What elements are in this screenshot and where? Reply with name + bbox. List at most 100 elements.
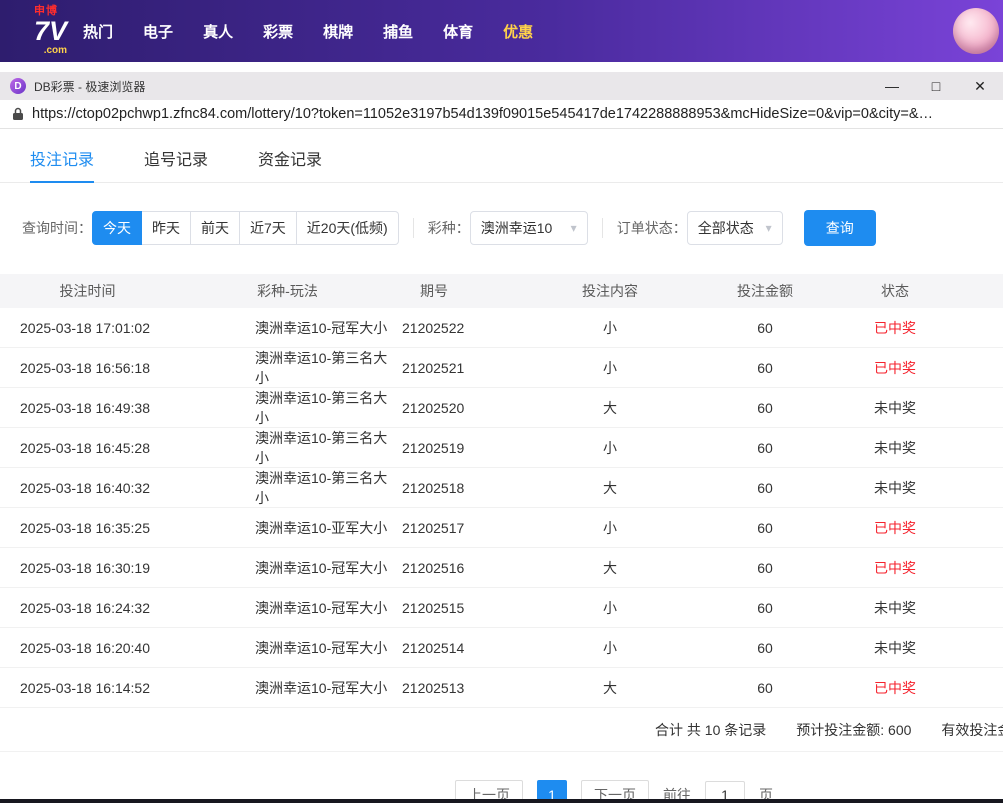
issue-number: 21202522 xyxy=(402,319,465,336)
table-row: 2025-03-18 16:49:38 澳洲幸运10-第三名大小 21202520 大… xyxy=(0,388,1003,428)
table-row: 2025-03-18 16:35:25 澳洲幸运10-亚军大小 21202517 小 6… xyxy=(0,508,1003,548)
nav-item[interactable]: 捕鱼 xyxy=(383,21,413,42)
bet-status: 已中奖 xyxy=(874,559,916,576)
bottom-edge xyxy=(0,799,1003,803)
game-play: 澳洲幸运10-第三名大小 xyxy=(255,430,388,466)
browser-urlbar[interactable]: https://ctop02pchwp1.zfnc84.com/lottery/… xyxy=(0,100,1003,129)
bet-status: 已中奖 xyxy=(874,319,916,336)
issue-number: 21202515 xyxy=(402,599,465,616)
table-row: 2025-03-18 16:20:40 澳洲幸运10-冠军大小 21202514 小 6… xyxy=(0,628,1003,668)
minimize-button[interactable]: — xyxy=(885,78,899,95)
prev-page-button[interactable]: 上一页 xyxy=(455,780,523,799)
tab-bar: 投注记录 追号记录 资金记录 xyxy=(0,129,1003,183)
game-play: 澳洲幸运10-第三名大小 xyxy=(255,470,388,506)
bet-status: 未中奖 xyxy=(874,400,916,416)
nav-item[interactable]: 真人 xyxy=(203,21,233,42)
time-filter-option[interactable]: 前天 xyxy=(191,211,240,245)
time-filter-option[interactable]: 今天 xyxy=(92,211,142,245)
valid-bet-amount: 有效投注金 xyxy=(941,721,1003,738)
tab[interactable]: 投注记录 xyxy=(30,146,95,183)
bet-status: 未中奖 xyxy=(874,440,916,456)
chevron-down-icon: ▾ xyxy=(765,221,772,235)
column-header: 期号 xyxy=(420,283,448,299)
lottery-select-value: 澳洲幸运10 xyxy=(480,220,553,236)
issue-number: 21202520 xyxy=(402,400,465,416)
issue-number: 21202516 xyxy=(402,559,465,576)
page-content: 投注记录 追号记录 资金记录 查询时间： 今天 昨天 前天 近7天 近20天(低频) 彩种：… xyxy=(0,129,1003,799)
table-row: 2025-03-18 16:56:18 澳洲幸运10-第三名大小 21202521 小… xyxy=(0,348,1003,388)
order-status-value: 全部状态 xyxy=(697,220,754,236)
user-avatar[interactable] xyxy=(953,8,999,54)
table-row: 2025-03-18 16:40:32 澳洲幸运10-第三名大小 21202518 大… xyxy=(0,468,1003,508)
nav-item[interactable]: 棋牌 xyxy=(323,21,353,42)
site-nav-items: 热门 电子 真人 彩票 棋牌 捕鱼 体育 优惠 xyxy=(83,21,533,42)
close-button[interactable]: ✕ xyxy=(973,78,987,95)
browser-titlebar[interactable]: D DB彩票 - 极速浏览器 — □ ✕ xyxy=(0,72,1003,100)
bet-content: 大 xyxy=(603,679,617,696)
bet-content: 小 xyxy=(603,319,617,336)
bet-amount: 60 xyxy=(757,480,773,496)
expected-bet-amount: 预计投注金额: 600 xyxy=(796,721,912,738)
table-row: 2025-03-18 16:45:28 澳洲幸运10-第三名大小 21202519 小… xyxy=(0,428,1003,468)
bet-amount: 60 xyxy=(757,400,773,416)
nav-item[interactable]: 体育 xyxy=(443,21,473,42)
bet-amount: 60 xyxy=(757,319,773,336)
column-header: 状态 xyxy=(881,283,909,299)
chevron-down-icon: ▾ xyxy=(570,221,577,235)
lottery-select-label: 彩种： xyxy=(427,220,470,236)
bet-records-table: 投注时间 彩种-玩法 期号 投注内容 投注金额 状态 2025-03-18 17:01:0… xyxy=(0,274,1003,708)
url-text[interactable]: https://ctop02pchwp1.zfnc84.com/lottery/… xyxy=(32,106,933,122)
game-play: 澳洲幸运10-冠军大小 xyxy=(255,679,388,696)
game-play: 澳洲幸运10-冠军大小 xyxy=(255,559,388,576)
issue-number: 21202519 xyxy=(402,440,465,456)
issue-number: 21202514 xyxy=(402,639,465,656)
bet-status: 未中奖 xyxy=(874,599,916,616)
lottery-select[interactable]: 澳洲幸运10 ▾ xyxy=(469,211,588,245)
nav-item[interactable]: 电子 xyxy=(143,21,173,42)
goto-page-input[interactable] xyxy=(705,781,745,799)
table-header-row: 投注时间 彩种-玩法 期号 投注内容 投注金额 状态 xyxy=(0,274,1003,308)
bet-amount: 60 xyxy=(757,440,773,456)
time-filter-option[interactable]: 近7天 xyxy=(240,211,297,245)
bet-time: 2025-03-18 16:14:52 xyxy=(20,679,150,696)
nav-item[interactable]: 优惠 xyxy=(503,21,533,42)
filter-bar: 查询时间： 今天 昨天 前天 近7天 近20天(低频) 彩种： 澳洲幸运10 ▾ 订单状… xyxy=(22,210,1003,246)
maximize-button[interactable]: □ xyxy=(929,78,943,95)
tab[interactable]: 资金记录 xyxy=(258,146,322,182)
time-filter-label: 查询时间： xyxy=(22,220,92,236)
game-play: 澳洲幸运10-第三名大小 xyxy=(255,390,388,426)
time-filter-option[interactable]: 近20天(低频) xyxy=(296,211,399,245)
tab[interactable]: 追号记录 xyxy=(144,146,208,182)
bet-status: 未中奖 xyxy=(874,480,916,496)
current-page[interactable]: 1 xyxy=(537,780,567,799)
column-header: 彩种-玩法 xyxy=(257,283,318,299)
bet-status: 未中奖 xyxy=(874,639,916,656)
bet-content: 大 xyxy=(603,559,617,576)
query-button[interactable]: 查询 xyxy=(803,210,876,246)
game-play: 澳洲幸运10-第三名大小 xyxy=(255,350,388,386)
table-row: 2025-03-18 16:24:32 澳洲幸运10-冠军大小 21202515 小 6… xyxy=(0,588,1003,628)
bet-content: 大 xyxy=(603,480,617,496)
time-filter-option[interactable]: 昨天 xyxy=(142,211,191,245)
next-page-button[interactable]: 下一页 xyxy=(581,780,649,799)
bet-amount: 60 xyxy=(757,559,773,576)
issue-number: 21202521 xyxy=(402,360,465,376)
column-header: 投注时间 xyxy=(59,283,116,299)
issue-number: 21202517 xyxy=(402,519,465,536)
bet-status: 已中奖 xyxy=(874,360,916,376)
order-status-select[interactable]: 全部状态 ▾ xyxy=(686,211,783,245)
bet-time: 2025-03-18 16:45:28 xyxy=(20,440,150,456)
table-body: 2025-03-18 17:01:02 澳洲幸运10-冠军大小 21202522 小 6… xyxy=(0,308,1003,708)
column-header: 投注内容 xyxy=(582,283,638,299)
bet-time: 2025-03-18 16:56:18 xyxy=(20,360,150,376)
nav-item[interactable]: 彩票 xyxy=(263,21,293,42)
site-logo[interactable]: 申博 7V .com xyxy=(34,6,67,56)
bet-content: 小 xyxy=(603,519,617,536)
browser-window: D DB彩票 - 极速浏览器 — □ ✕ https://ctop02pchwp… xyxy=(0,72,1003,799)
summary-row: 合计 共 10 条记录 预计投注金额: 600 有效投注金 xyxy=(0,708,1003,752)
bet-content: 小 xyxy=(603,360,617,376)
bet-time: 2025-03-18 16:40:32 xyxy=(20,480,150,496)
nav-item[interactable]: 热门 xyxy=(83,21,113,42)
bet-status: 已中奖 xyxy=(874,679,916,696)
lock-icon xyxy=(12,107,24,121)
